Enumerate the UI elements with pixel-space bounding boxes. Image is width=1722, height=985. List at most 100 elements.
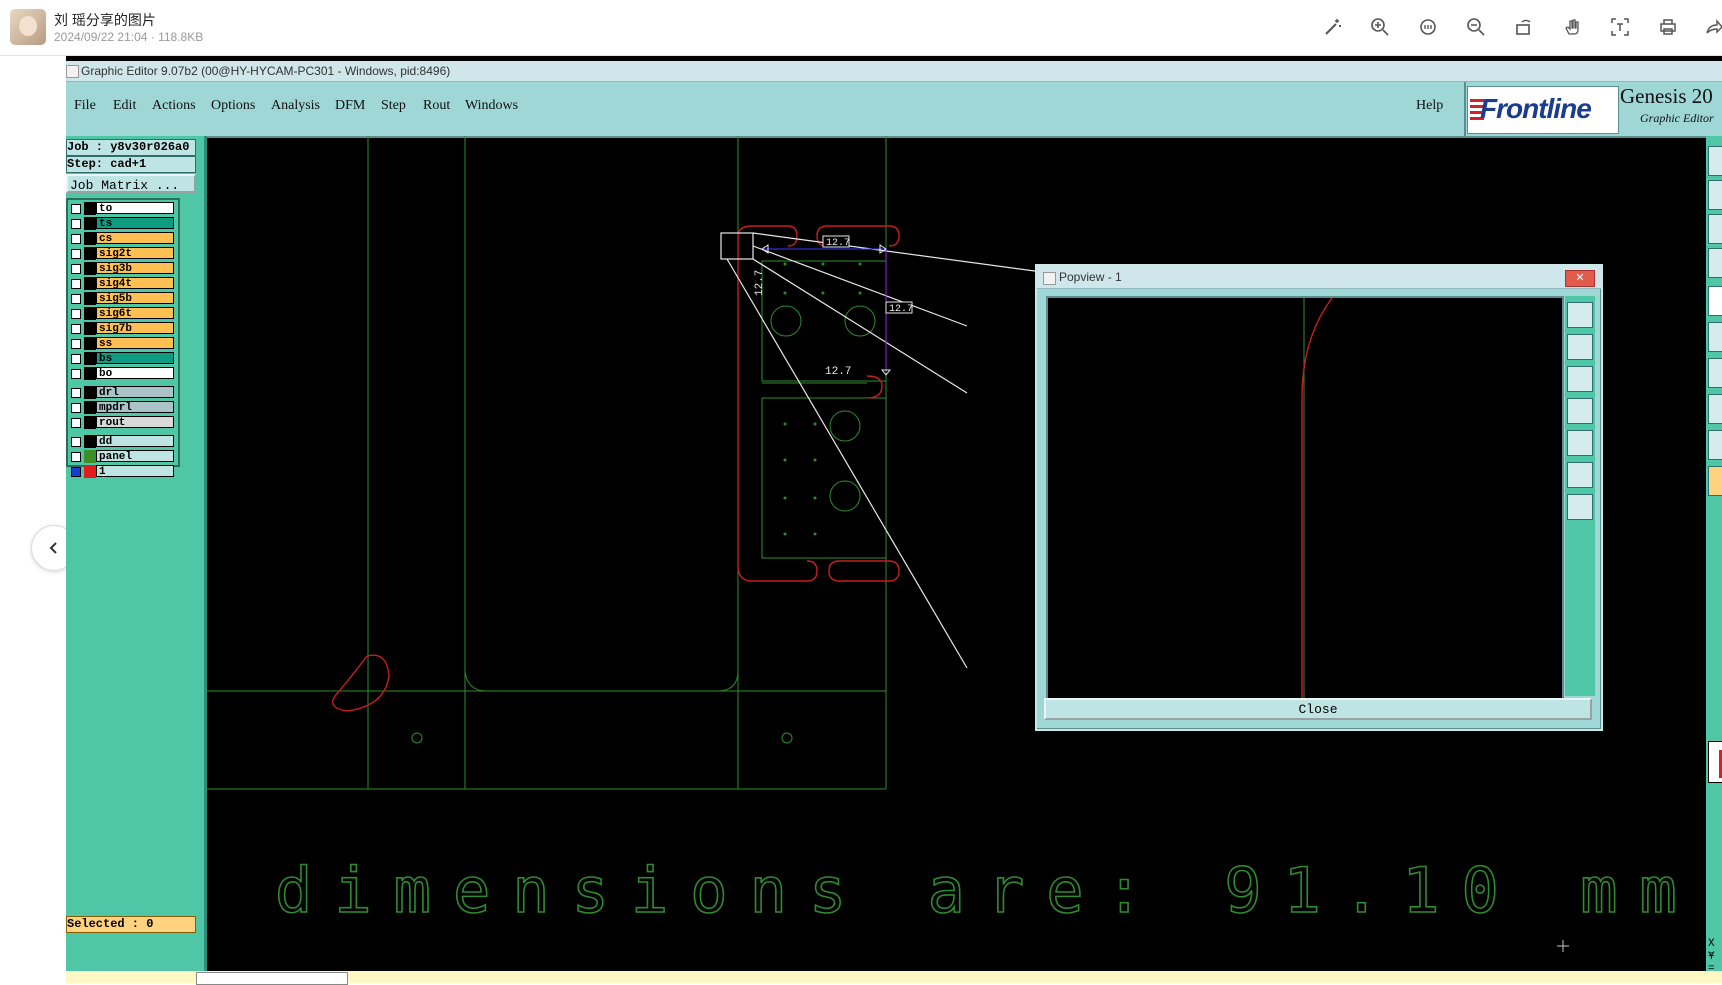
layer-name[interactable]: sig7b (96, 322, 174, 335)
pan-left-button[interactable] (1567, 398, 1593, 424)
menu-dfm[interactable]: DFM (335, 98, 365, 114)
job-matrix-button[interactable]: Job Matrix ... (66, 174, 196, 193)
text-recognize-icon[interactable] (1607, 14, 1633, 40)
popview-canvas[interactable] (1046, 296, 1564, 700)
select-tool-button[interactable] (1708, 466, 1722, 496)
layer-name[interactable]: sig6t (96, 307, 174, 320)
layer-name[interactable]: dd (96, 435, 174, 448)
layer-name[interactable]: sig3b (96, 262, 174, 275)
menu-help[interactable]: Help (1416, 98, 1443, 114)
viewer-left-gutter (0, 56, 66, 983)
zoom-out-button[interactable] (1567, 462, 1593, 488)
layer-row-to[interactable]: to (68, 202, 174, 215)
fit-screen-icon[interactable] (1415, 14, 1441, 40)
layer-name[interactable]: to (96, 202, 174, 215)
layer-checkbox[interactable] (71, 219, 81, 229)
tool-button[interactable] (1708, 286, 1722, 316)
command-input[interactable] (196, 972, 348, 985)
layer-checkbox[interactable] (71, 403, 81, 413)
layer-checkbox[interactable] (71, 339, 81, 349)
pan-up-button[interactable] (1567, 334, 1593, 360)
avatar[interactable] (10, 9, 46, 45)
layer-checkbox[interactable] (71, 204, 81, 214)
layer-row-rout[interactable]: rout (68, 416, 174, 429)
layer-checkbox[interactable] (71, 324, 81, 334)
layer-checkbox[interactable] (71, 264, 81, 274)
layer-checkbox[interactable] (71, 418, 81, 428)
zoom-out-icon[interactable] (1463, 14, 1489, 40)
layer-row-cs[interactable]: cs (68, 232, 174, 245)
hand-icon[interactable] (1559, 14, 1585, 40)
tool-button[interactable] (1708, 180, 1722, 210)
layer-row-sig6t[interactable]: sig6t (68, 307, 174, 320)
layer-row-ss[interactable]: ss (68, 337, 174, 350)
tool-button[interactable] (1708, 358, 1722, 388)
zoom-in-icon[interactable] (1367, 14, 1393, 40)
menu-options[interactable]: Options (211, 98, 255, 114)
tool-button[interactable] (1708, 146, 1722, 176)
layer-row-sig4t[interactable]: sig4t (68, 277, 174, 290)
layer-name[interactable]: sig2t (96, 247, 174, 260)
layer-checkbox[interactable] (71, 437, 81, 447)
layer-checkbox[interactable] (71, 234, 81, 244)
layer-row-sig5b[interactable]: sig5b (68, 292, 174, 305)
layer-checkbox[interactable] (71, 467, 81, 477)
menu-actions[interactable]: Actions (152, 98, 196, 114)
layer-checkbox[interactable] (71, 369, 81, 379)
menu-analysis[interactable]: Analysis (271, 98, 320, 114)
layer-checkbox[interactable] (71, 388, 81, 398)
tool-button[interactable] (1708, 394, 1722, 424)
layer-row-bs[interactable]: bs (68, 352, 174, 365)
layer-row-bo[interactable]: bo (68, 367, 174, 380)
layer-row-sig3b[interactable]: sig3b (68, 262, 174, 275)
layer-checkbox[interactable] (71, 249, 81, 259)
menu-rout[interactable]: Rout (423, 98, 450, 114)
layer-checkbox[interactable] (71, 452, 81, 462)
layer-name[interactable]: bo (96, 367, 174, 380)
layer-row-dd[interactable]: dd (68, 435, 174, 448)
layer-name[interactable]: panel (96, 450, 174, 463)
layer-name[interactable]: ts (96, 217, 174, 230)
tool-button[interactable] (1708, 214, 1722, 244)
layer-name[interactable]: rout (96, 416, 174, 429)
menu-windows[interactable]: Windows (465, 98, 518, 114)
rotate-icon[interactable] (1511, 14, 1537, 40)
layer-row-mpdrl[interactable]: mpdrl (68, 401, 174, 414)
share-icon[interactable] (1700, 14, 1722, 40)
print-icon[interactable] (1655, 14, 1681, 40)
layer-color-swatch (84, 416, 96, 429)
popview-close-button[interactable]: Close (1044, 698, 1592, 720)
popview-titlebar: Popview - 1 ✕ (1037, 266, 1601, 289)
layer-name[interactable]: bs (96, 352, 174, 365)
tool-button[interactable] (1708, 248, 1722, 278)
layer-checkbox[interactable] (71, 279, 81, 289)
layer-row-sig2t[interactable]: sig2t (68, 247, 174, 260)
layer-name[interactable]: mpdrl (96, 401, 174, 414)
menu-edit[interactable]: Edit (113, 98, 136, 114)
layer-row-panel[interactable]: panel (68, 450, 174, 463)
layer-name[interactable]: drl (96, 386, 174, 399)
layer-name[interactable]: sig4t (96, 277, 174, 290)
layer-checkbox[interactable] (71, 294, 81, 304)
layer-row-1[interactable]: 1 (68, 465, 174, 478)
layer-name[interactable]: sig5b (96, 292, 174, 305)
layer-checkbox[interactable] (71, 354, 81, 364)
zoom-in-button[interactable] (1567, 494, 1593, 520)
layer-row-sig7b[interactable]: sig7b (68, 322, 174, 335)
tool-button[interactable] (1708, 322, 1722, 352)
layer-row-drl[interactable]: drl (68, 386, 174, 399)
window-titlebar: Graphic Editor 9.07b2 (00@HY-HYCAM-PC301… (66, 61, 1722, 82)
tool-button[interactable] (1708, 430, 1722, 460)
layer-checkbox[interactable] (71, 309, 81, 319)
zoom-to-fit-button[interactable] (1567, 302, 1593, 328)
pan-down-button[interactable] (1567, 366, 1593, 392)
layer-name[interactable]: 1 (96, 465, 174, 478)
magic-wand-icon[interactable] (1320, 14, 1346, 40)
layer-name[interactable]: cs (96, 232, 174, 245)
layer-name[interactable]: ss (96, 337, 174, 350)
close-icon[interactable]: ✕ (1565, 270, 1595, 287)
layer-row-ts[interactable]: ts (68, 217, 174, 230)
pan-right-button[interactable] (1567, 430, 1593, 456)
menu-file[interactable]: File (74, 98, 96, 114)
menu-step[interactable]: Step (381, 98, 406, 114)
